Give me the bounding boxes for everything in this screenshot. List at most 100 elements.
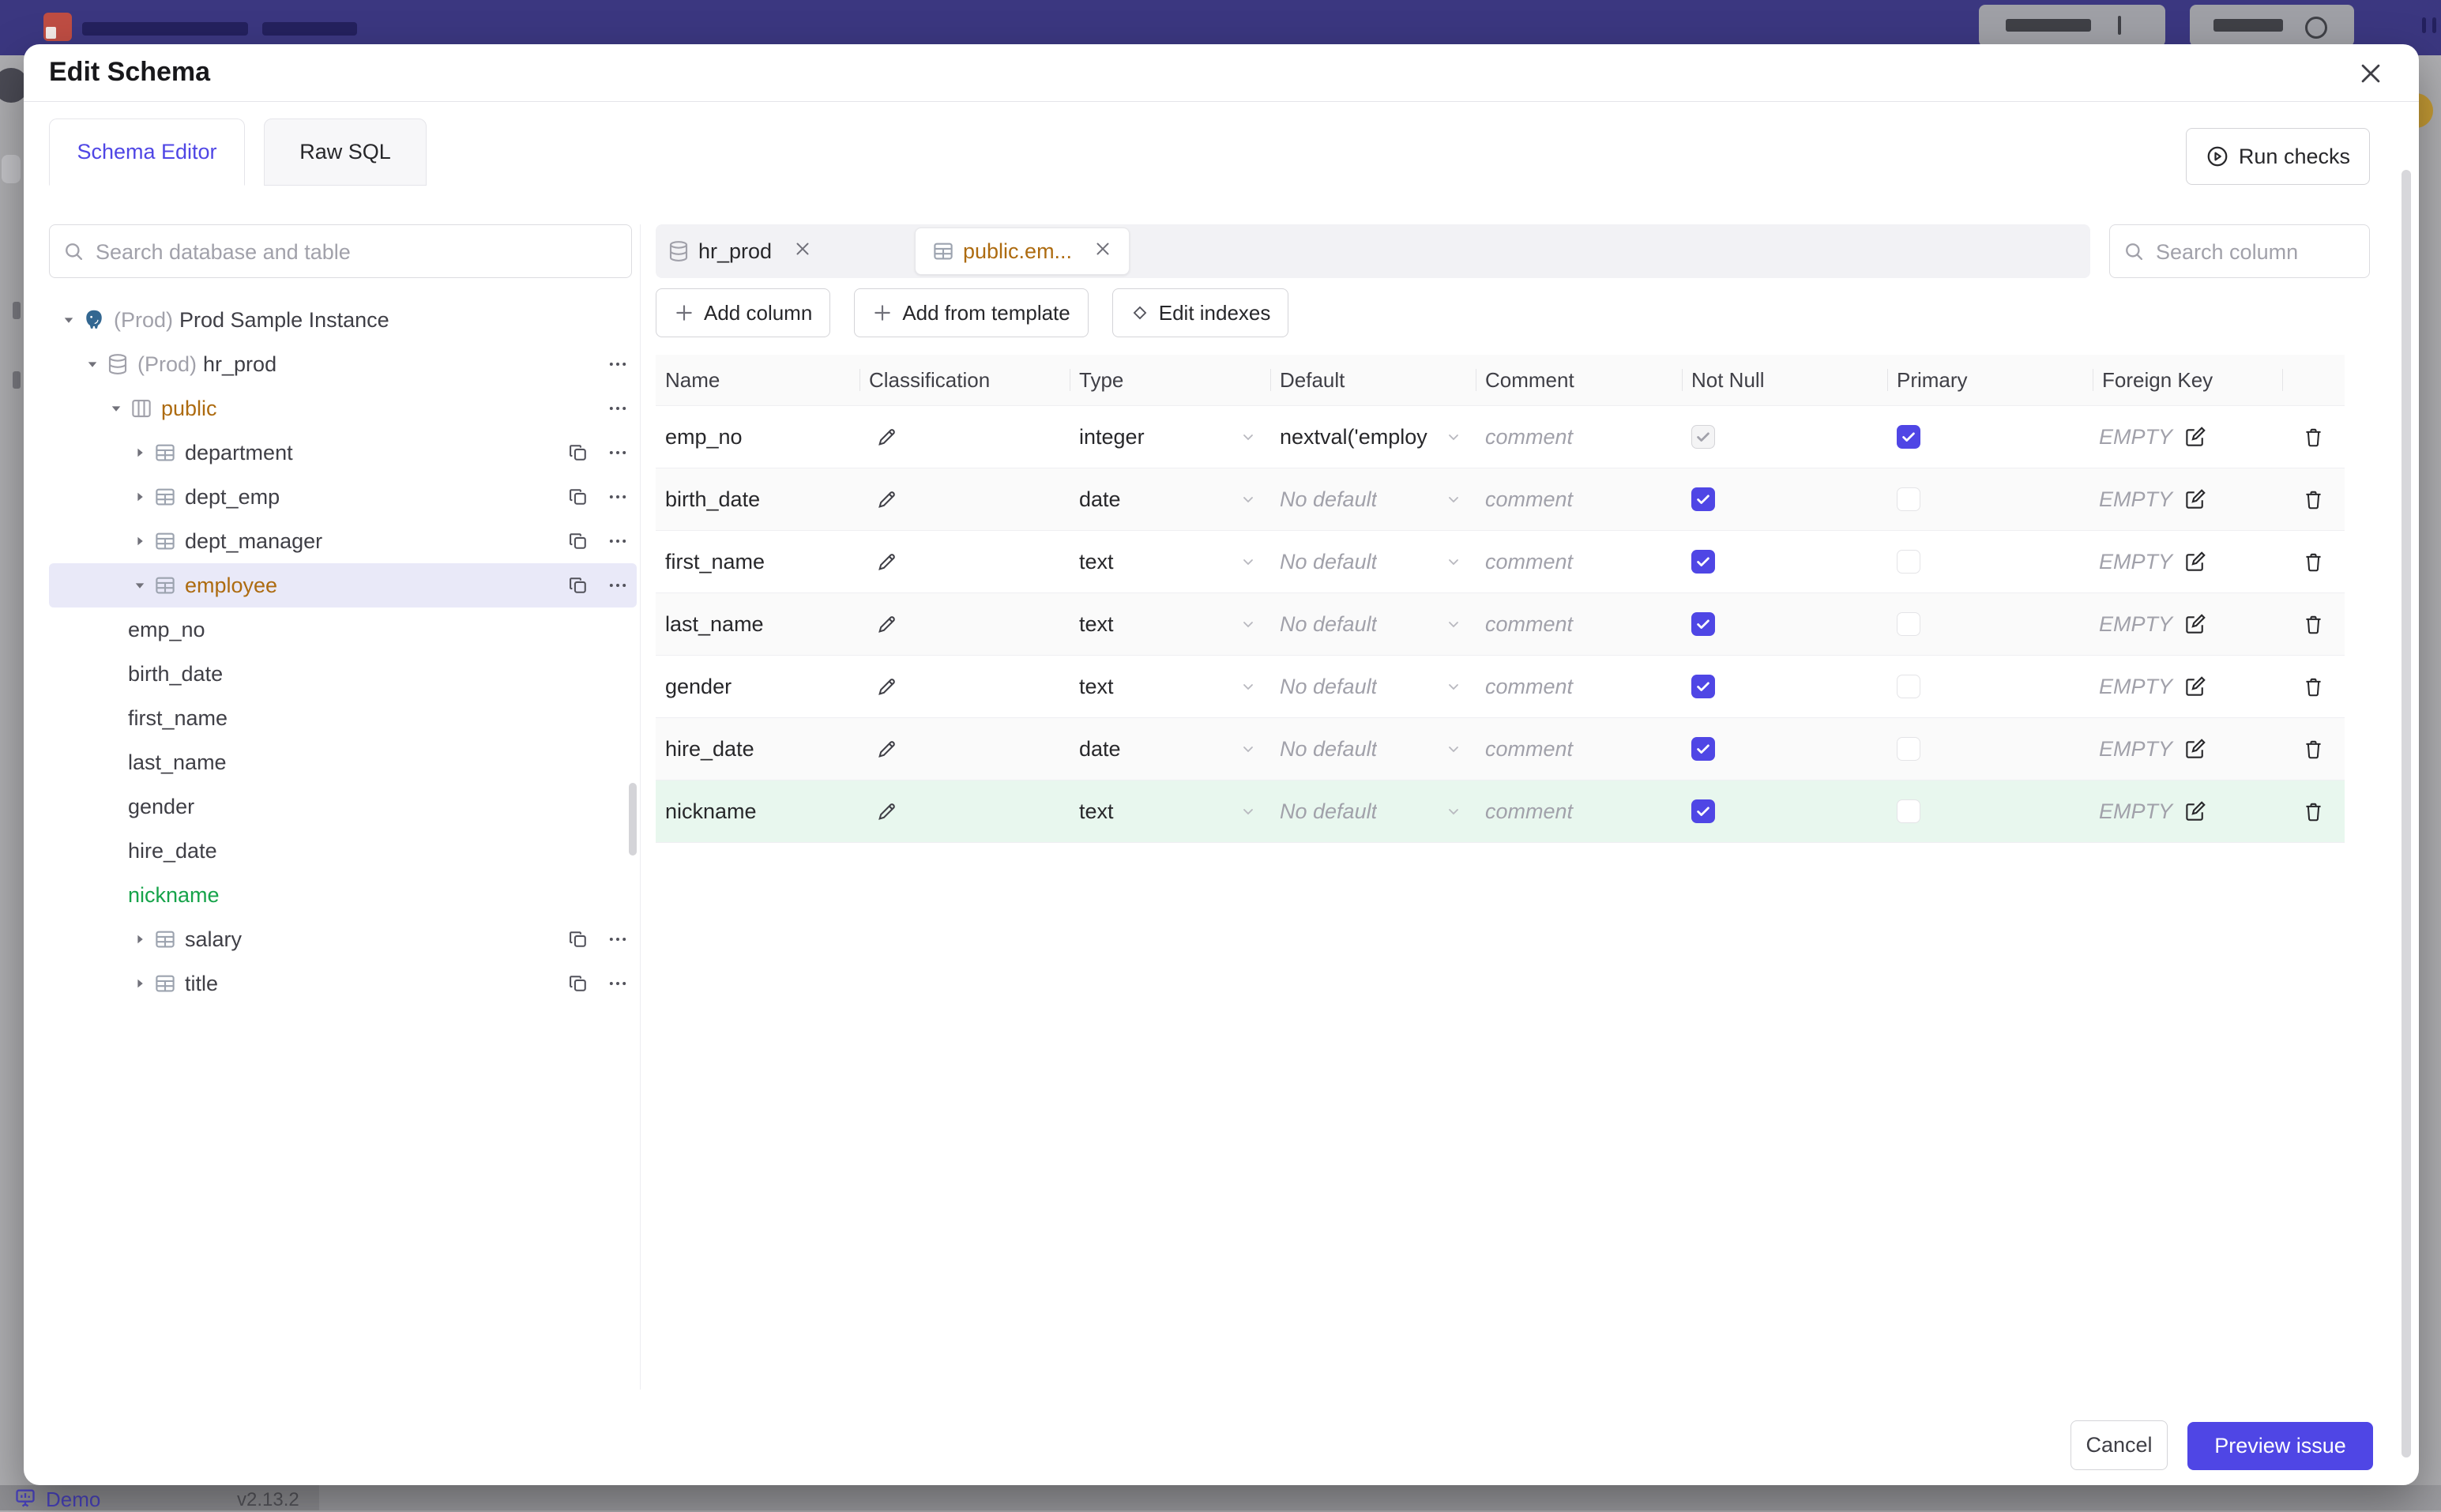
more-icon[interactable]	[607, 928, 629, 950]
type-select[interactable]: text	[1070, 675, 1270, 699]
tab-schema-editor[interactable]: Schema Editor	[49, 118, 245, 186]
edit-foreign-key-icon[interactable]	[2183, 550, 2207, 574]
chevron-down-icon[interactable]	[60, 313, 77, 327]
primary-checkbox[interactable]	[1897, 675, 1920, 698]
tree-item-public[interactable]: public	[49, 386, 637, 431]
classification-edit-icon[interactable]	[875, 612, 899, 636]
copy-icon[interactable]	[567, 486, 589, 508]
more-icon[interactable]	[607, 574, 629, 596]
tree-item-hire_date[interactable]: hire_date	[49, 829, 637, 873]
trash-icon[interactable]	[2302, 488, 2325, 511]
tree-item-department[interactable]: department	[49, 431, 637, 475]
edit-foreign-key-icon[interactable]	[2183, 425, 2207, 449]
edit-foreign-key-icon[interactable]	[2183, 675, 2207, 698]
column-name-field[interactable]: first_name	[656, 550, 859, 574]
more-icon[interactable]	[607, 442, 629, 464]
default-select[interactable]: No default	[1270, 612, 1476, 637]
editor-tab-public-employee[interactable]: public.em...	[915, 228, 1130, 275]
column-name-field[interactable]: birth_date	[656, 487, 859, 512]
chevron-down-icon[interactable]	[84, 357, 101, 371]
not-null-checkbox[interactable]	[1691, 487, 1715, 511]
primary-checkbox[interactable]	[1897, 425, 1920, 449]
not-null-checkbox[interactable]	[1691, 675, 1715, 698]
tab-raw-sql[interactable]: Raw SQL	[264, 118, 427, 186]
default-select[interactable]: No default	[1270, 487, 1476, 512]
chevron-right-icon[interactable]	[131, 976, 149, 991]
add-from-template-button[interactable]: Add from template	[854, 288, 1089, 337]
type-select[interactable]: integer	[1070, 425, 1270, 449]
column-name-field[interactable]: gender	[656, 675, 859, 699]
comment-field[interactable]: comment	[1476, 487, 1682, 512]
copy-icon[interactable]	[567, 972, 589, 995]
tree-item-salary[interactable]: salary	[49, 917, 637, 961]
default-select[interactable]: No default	[1270, 737, 1476, 762]
tree-item-dept_emp[interactable]: dept_emp	[49, 475, 637, 519]
chevron-right-icon[interactable]	[131, 932, 149, 946]
more-icon[interactable]	[607, 530, 629, 552]
default-select[interactable]: No default	[1270, 799, 1476, 824]
add-column-button[interactable]: Add column	[656, 288, 831, 337]
default-select[interactable]: No default	[1270, 550, 1476, 574]
classification-edit-icon[interactable]	[875, 425, 899, 449]
tree-item-emp_no[interactable]: emp_no	[49, 607, 637, 652]
classification-edit-icon[interactable]	[875, 487, 899, 511]
comment-field[interactable]: comment	[1476, 612, 1682, 637]
trash-icon[interactable]	[2302, 738, 2325, 761]
classification-edit-icon[interactable]	[875, 737, 899, 761]
trash-icon[interactable]	[2302, 613, 2325, 636]
tree-item-first_name[interactable]: first_name	[49, 696, 637, 740]
comment-field[interactable]: comment	[1476, 799, 1682, 824]
primary-checkbox[interactable]	[1897, 799, 1920, 823]
modal-scrollbar[interactable]	[2402, 170, 2411, 1457]
tree-item-nickname[interactable]: nickname	[49, 873, 637, 917]
tree-item-birth_date[interactable]: birth_date	[49, 652, 637, 696]
tree-item-dept_manager[interactable]: dept_manager	[49, 519, 637, 563]
edit-foreign-key-icon[interactable]	[2183, 487, 2207, 511]
tree-item-gender[interactable]: gender	[49, 784, 637, 829]
more-icon[interactable]	[607, 486, 629, 508]
trash-icon[interactable]	[2302, 551, 2325, 574]
tree-item-employee[interactable]: employee	[49, 563, 637, 607]
default-select[interactable]: No default	[1270, 675, 1476, 699]
not-null-checkbox[interactable]	[1691, 737, 1715, 761]
comment-field[interactable]: comment	[1476, 675, 1682, 699]
editor-tab-hr_prod[interactable]: hr_prod	[667, 224, 813, 278]
edit-foreign-key-icon[interactable]	[2183, 737, 2207, 761]
comment-field[interactable]: comment	[1476, 550, 1682, 574]
not-null-checkbox[interactable]	[1691, 550, 1715, 574]
tree-item-title[interactable]: title	[49, 961, 637, 1006]
tree-item-Prod Sample Instance[interactable]: (Prod) Prod Sample Instance	[49, 298, 637, 342]
copy-icon[interactable]	[567, 574, 589, 596]
primary-checkbox[interactable]	[1897, 550, 1920, 574]
comment-field[interactable]: comment	[1476, 425, 1682, 449]
type-select[interactable]: date	[1070, 487, 1270, 512]
not-null-checkbox[interactable]	[1691, 425, 1715, 449]
demo-link[interactable]: Demo	[46, 1488, 100, 1512]
comment-field[interactable]: comment	[1476, 737, 1682, 762]
primary-checkbox[interactable]	[1897, 737, 1920, 761]
chevron-right-icon[interactable]	[131, 446, 149, 460]
copy-icon[interactable]	[567, 928, 589, 950]
column-name-field[interactable]: emp_no	[656, 425, 859, 449]
cancel-button[interactable]: Cancel	[2071, 1420, 2168, 1470]
trash-icon[interactable]	[2302, 800, 2325, 823]
primary-checkbox[interactable]	[1897, 612, 1920, 636]
primary-checkbox[interactable]	[1897, 487, 1920, 511]
copy-icon[interactable]	[567, 530, 589, 552]
tree-item-last_name[interactable]: last_name	[49, 740, 637, 784]
edit-foreign-key-icon[interactable]	[2183, 612, 2207, 636]
more-icon[interactable]	[607, 972, 629, 995]
run-checks-button[interactable]: Run checks	[2185, 128, 2370, 185]
more-icon[interactable]	[607, 353, 629, 375]
column-name-field[interactable]: nickname	[656, 799, 859, 824]
trash-icon[interactable]	[2302, 675, 2325, 698]
chevron-down-icon[interactable]	[131, 578, 149, 592]
type-select[interactable]: text	[1070, 612, 1270, 637]
type-select[interactable]: text	[1070, 799, 1270, 824]
database-search-input[interactable]	[94, 225, 623, 279]
preview-issue-button[interactable]: Preview issue	[2187, 1422, 2373, 1470]
chevron-right-icon[interactable]	[131, 534, 149, 548]
chevron-down-icon[interactable]	[107, 401, 125, 416]
type-select[interactable]: text	[1070, 550, 1270, 574]
chevron-right-icon[interactable]	[131, 490, 149, 504]
